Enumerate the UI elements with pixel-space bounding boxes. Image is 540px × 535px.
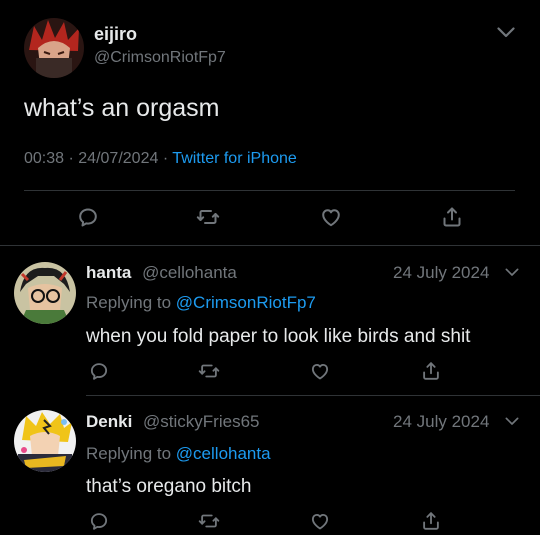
like-icon[interactable] (309, 360, 331, 382)
replying-to-label: Replying to (86, 444, 172, 463)
retweet-icon[interactable] (198, 510, 220, 532)
tweet-meta: 00:38 · 24/07/2024 · Twitter for iPhone (24, 150, 297, 168)
replying-to-handle[interactable]: @cellohanta (176, 444, 271, 463)
replying-to-label: Replying to (86, 293, 172, 312)
share-icon[interactable] (420, 360, 442, 382)
avatar[interactable] (14, 262, 76, 324)
retweet-icon[interactable] (196, 205, 220, 229)
divider (0, 245, 540, 246)
tweet-text: what’s an orgasm (24, 94, 220, 122)
chevron-down-icon[interactable] (503, 263, 521, 281)
tweet-time: 00:38 (24, 150, 65, 167)
reply-date: 24 July 2024 (393, 263, 490, 282)
reply-header: Denki @stickyFries65 (86, 412, 259, 432)
avatar[interactable] (24, 18, 84, 78)
reply-text: when you fold paper to look like birds a… (86, 326, 471, 347)
like-icon[interactable] (309, 510, 331, 532)
reply-header: hanta @cellohanta (86, 263, 237, 283)
handle[interactable]: @stickyFries65 (143, 412, 259, 431)
replying-to: Replying to @CrimsonRiotFp7 (86, 293, 316, 313)
divider (24, 190, 515, 191)
chevron-down-icon[interactable] (494, 20, 518, 44)
replying-to-handle[interactable]: @CrimsonRiotFp7 (176, 293, 316, 312)
retweet-icon[interactable] (198, 360, 220, 382)
share-icon[interactable] (440, 205, 464, 229)
reply-text: that’s oregano bitch (86, 476, 252, 497)
reply-icon[interactable] (76, 205, 100, 229)
reply-date: 24 July 2024 (393, 412, 490, 431)
chevron-down-icon[interactable] (503, 412, 521, 430)
tweet-client[interactable]: Twitter for iPhone (172, 150, 297, 167)
display-name[interactable]: Denki (86, 412, 132, 431)
divider (86, 395, 540, 396)
handle[interactable]: @cellohanta (142, 263, 237, 282)
avatar[interactable] (14, 410, 76, 472)
display-name[interactable]: eijiro (94, 24, 137, 45)
like-icon[interactable] (319, 205, 343, 229)
meta-separator: · (162, 150, 169, 167)
reply-icon[interactable] (88, 360, 110, 382)
reply-icon[interactable] (88, 510, 110, 532)
meta-separator: · (68, 150, 74, 167)
share-icon[interactable] (420, 510, 442, 532)
display-name[interactable]: hanta (86, 263, 131, 282)
tweet-date: 24/07/2024 (78, 150, 159, 167)
handle[interactable]: @CrimsonRiotFp7 (94, 49, 226, 67)
replying-to: Replying to @cellohanta (86, 444, 271, 464)
